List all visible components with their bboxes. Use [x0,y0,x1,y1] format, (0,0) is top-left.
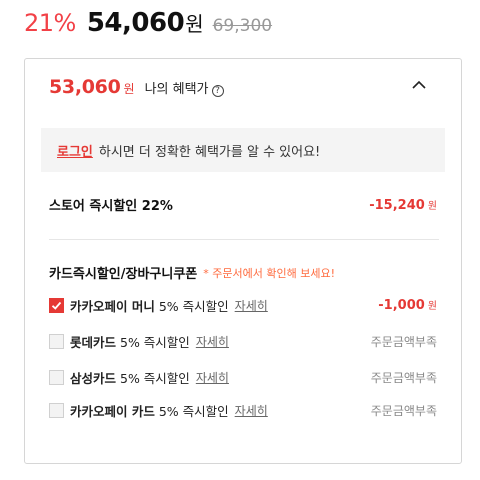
checkbox-unchecked[interactable] [49,402,64,418]
sale-price-unit: 원 [185,12,204,36]
card-name: 카카오페이 카드 [70,403,155,419]
card-option-text: 카카오페이 머니 5% 즉시할인 [70,296,229,315]
checkbox-checked[interactable] [49,297,64,313]
checkbox-unchecked[interactable] [49,369,64,385]
detail-link[interactable]: 자세히 [196,369,229,386]
check-icon [51,301,62,310]
chevron-up-icon[interactable] [411,77,427,93]
card-discount-amount: -1,000 원 [378,298,437,313]
my-price-value: 53,060 [49,76,121,98]
login-notice-text: 하시면 더 정확한 혜택가를 알 수 있어요! [98,144,321,160]
section-divider [49,239,439,240]
card-option-kakaopay-card[interactable]: 카카오페이 카드 5% 즉시할인 자세히 주문금액부족 [49,400,437,420]
card-benefit: 5% 즉시할인 [120,334,190,350]
login-notice: 로그인 하시면 더 정확한 혜택가를 알 수 있어요! [41,128,445,172]
detail-link[interactable]: 자세히 [196,333,229,350]
discount-rate: 21% [24,9,76,37]
card-section-title: 카드즉시할인/장바구니쿠폰 [49,267,198,282]
question-circle-icon[interactable]: ? [211,85,224,97]
card-option-text: 삼성카드 5% 즉시할인 [70,368,190,387]
my-benefit-price: 53,060 원 나의 혜택가 ? [49,76,224,98]
card-option-text: 카카오페이 카드 5% 즉시할인 [70,401,229,420]
card-benefit: 5% 즉시할인 [158,298,229,314]
login-link[interactable]: 로그인 [57,141,93,160]
price-row: 21% 54,060 원 69,300 [24,8,272,42]
original-price: 69,300 [212,16,273,36]
my-price-label: 나의 혜택가 [144,82,209,97]
store-discount-label: 스토어 즉시할인 22% [49,199,173,214]
card-name: 롯데카드 [70,334,117,350]
benefit-panel: 53,060 원 나의 혜택가 ? 로그인 하시면 더 정확한 혜택가를 알 수… [24,58,462,464]
insufficient-amount-status: 주문금액부족 [370,403,437,418]
detail-link[interactable]: 자세히 [235,297,268,314]
card-name: 삼성카드 [70,370,117,386]
insufficient-amount-status: 주문금액부족 [370,334,437,349]
card-section-header: 카드즉시할인/장바구니쿠폰 * 주문서에서 확인해 보세요! [49,263,335,283]
card-option-lotte[interactable]: 롯데카드 5% 즉시할인 자세히 주문금액부족 [49,331,437,351]
sale-price: 54,060 [86,8,185,38]
store-discount-row: 스토어 즉시할인 22% -15,240 원 [49,195,437,215]
card-name: 카카오페이 머니 [70,298,155,314]
checkbox-unchecked[interactable] [49,333,64,349]
card-option-samsung[interactable]: 삼성카드 5% 즉시할인 자세히 주문금액부족 [49,367,437,387]
benefit-header[interactable]: 53,060 원 나의 혜택가 ? [25,59,461,117]
detail-link[interactable]: 자세히 [235,402,268,419]
my-price-unit: 원 [123,82,135,96]
card-option-kakaopay-money[interactable]: 카카오페이 머니 5% 즉시할인 자세히 -1,000 원 [49,295,437,315]
store-discount-amount: -15,240 원 [369,197,437,213]
card-section-note: * 주문서에서 확인해 보세요! [203,266,335,280]
insufficient-amount-status: 주문금액부족 [370,370,437,385]
card-benefit: 5% 즉시할인 [158,403,229,419]
card-benefit: 5% 즉시할인 [120,370,190,386]
card-option-text: 롯데카드 5% 즉시할인 [70,332,190,351]
